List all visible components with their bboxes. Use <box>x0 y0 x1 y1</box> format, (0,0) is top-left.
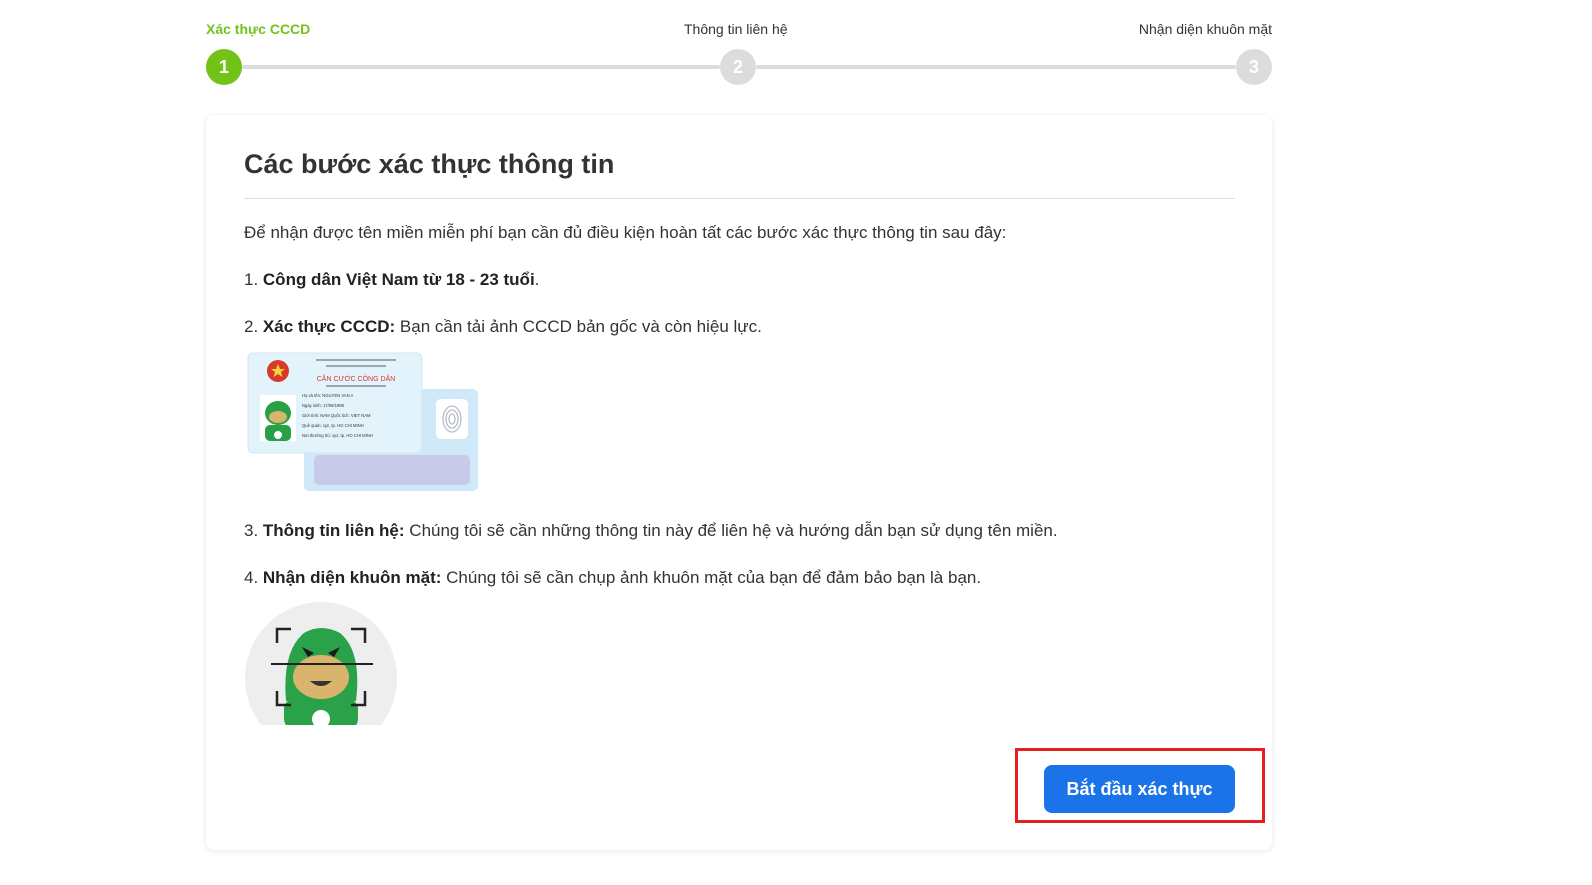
id-card-back-strip <box>314 455 470 485</box>
step-item-4-prefix: 4. <box>244 568 263 587</box>
card-number-line <box>326 385 386 387</box>
start-verification-button[interactable]: Bắt đầu xác thực <box>1044 765 1235 813</box>
step-item-1: 1. Công dân Việt Nam từ 18 - 23 tuổi. <box>244 270 539 290</box>
verification-steps-card: Các bước xác thực thông tin Để nhận được… <box>206 115 1272 850</box>
id-card-heading: CĂN CƯỚC CÔNG DÂN <box>317 374 395 383</box>
intro-text: Để nhận được tên miền miễn phí bạn cần đ… <box>244 223 1007 242</box>
id-field-gender: Giới tính: NAM Quốc tịch: VIET NAM <box>302 413 371 418</box>
step-item-3-prefix: 3. <box>244 521 263 540</box>
step-circle-2: 2 <box>720 49 756 85</box>
step-item-3-text: Chúng tôi sẽ cần những thông tin này để … <box>404 521 1058 540</box>
step-label-contact: Thông tin liên hệ <box>684 21 788 37</box>
step-label-cccd: Xác thực CCCD <box>206 21 311 37</box>
mascot-logo-icon <box>274 431 282 439</box>
stepper-track-2 <box>756 65 1236 69</box>
step-item-2-bold: Xác thực CCCD: <box>262 317 396 336</box>
face-scan-illustration <box>245 602 397 725</box>
card-header-line-2 <box>326 365 386 367</box>
card-title: Các bước xác thực thông tin <box>244 149 615 179</box>
id-field-dob: Ngày sinh: 17/06/1998 <box>302 403 345 408</box>
step-item-3-bold: Thông tin liên hệ: <box>262 521 405 540</box>
step-item-4-bold: Nhận diện khuôn mặt: <box>262 568 442 587</box>
mascot-face <box>293 655 349 699</box>
card-header-line-1 <box>316 359 396 361</box>
step-item-4-text: Chúng tôi sẽ cần chụp ảnh khuôn mặt của … <box>441 568 982 587</box>
step-item-1-text: . <box>534 270 540 289</box>
step-circle-3: 3 <box>1236 49 1272 85</box>
id-card-illustration: CĂN CƯỚC CÔNG DÂN Họ và tên: NGUYEN VAN … <box>247 352 478 491</box>
mascot-face <box>269 411 287 423</box>
step-item-2-text: Bạn cần tải ảnh CCCD bản gốc và còn hiệu… <box>395 317 762 336</box>
stepper-track-1 <box>242 65 720 69</box>
step-item-3: 3. Thông tin liên hệ: Chúng tôi sẽ cần n… <box>244 521 1058 541</box>
step-item-2: 2. Xác thực CCCD: Bạn cần tải ảnh CCCD b… <box>244 317 762 337</box>
step-item-1-prefix: 1. <box>244 270 263 289</box>
step-item-4: 4. Nhận diện khuôn mặt: Chúng tôi sẽ cần… <box>244 568 981 588</box>
step-label-face: Nhận diện khuôn mặt <box>1138 21 1272 37</box>
id-field-hometown: Quê quán: xyz, tp. HO CHI MINH <box>302 423 364 428</box>
id-field-name: Họ và tên: NGUYEN VAN A <box>302 393 354 398</box>
fingerprint-box <box>436 399 468 439</box>
progress-stepper: Xác thực CCCD Thông tin liên hệ Nhận diệ… <box>206 0 1272 100</box>
id-field-residence: Nơi thường trú: xyz, tp. HO CHI MINH <box>302 433 373 438</box>
step-item-2-prefix: 2. <box>244 317 263 336</box>
title-divider <box>244 198 1235 199</box>
step-item-1-bold: Công dân Việt Nam từ 18 - 23 tuổi <box>262 270 535 289</box>
step-circle-1: 1 <box>206 49 242 85</box>
